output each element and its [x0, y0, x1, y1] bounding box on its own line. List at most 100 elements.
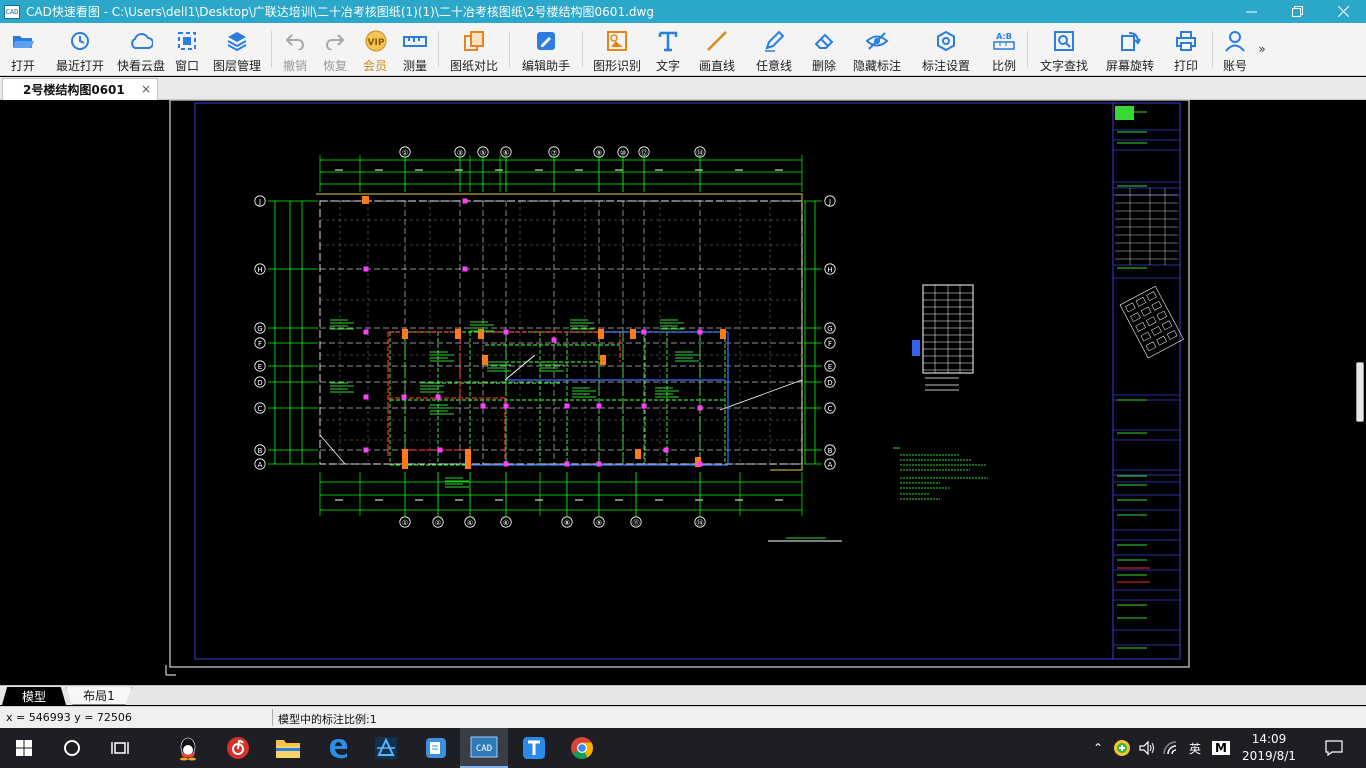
screen-rotate-button[interactable]: 屏幕旋转 [1097, 23, 1163, 75]
taskbar-chrome[interactable] [558, 728, 606, 768]
vertical-scrollbar-thumb[interactable] [1356, 362, 1364, 422]
ime-mode-button[interactable]: M [1208, 728, 1234, 768]
recent-button[interactable]: 最近打开 [46, 23, 114, 75]
axis-bubble-label: J [828, 198, 831, 206]
shape-recognition-icon [605, 29, 629, 53]
minimize-icon [1245, 11, 1257, 13]
cloud-button[interactable]: 快看云盘 [114, 23, 168, 75]
volume-button[interactable] [1136, 728, 1158, 768]
taskbar-clock[interactable]: 14:09 2019/8/1 [1236, 731, 1302, 765]
ime-mode-label: M [1212, 741, 1230, 755]
layers-icon [225, 29, 249, 53]
title-block [1112, 102, 1184, 660]
document-tab-label: 2号楼结构图0601 [23, 83, 125, 97]
shape-recognition-label: 图形识别 [592, 59, 641, 73]
notes-block [893, 447, 988, 500]
redo-button[interactable]: 恢复 [315, 23, 355, 75]
column-marker [480, 403, 486, 409]
cad-viewer-app: CAD CAD快速看图 - C:\Users\dell1\Desktop\广联达… [0, 0, 1366, 768]
undo-button[interactable]: 撤销 [275, 23, 315, 75]
tray-app-icon[interactable] [1110, 728, 1134, 768]
clock-date: 2019/8/1 [1242, 749, 1296, 763]
shape-recognition-button[interactable]: 图形识别 [586, 23, 648, 75]
axis-bubble-label: ① [402, 149, 408, 157]
column-orange [402, 449, 408, 459]
column-marker [641, 329, 647, 335]
toolbar-more-button[interactable]: » [1254, 23, 1270, 75]
axis-bubble-label: ④ [467, 519, 473, 527]
tray-expand-button[interactable]: ⌃ [1088, 728, 1108, 768]
axis-bubble-label: E [258, 363, 262, 371]
tab-close-button[interactable]: × [141, 82, 151, 96]
line-tool-button[interactable]: 画直线 [688, 23, 746, 75]
axis-bubble-label: ⑭ [697, 149, 704, 157]
key-plan-cell [1125, 302, 1136, 313]
axis-bubble-label: F [828, 340, 832, 348]
compare-label: 图纸对比 [449, 59, 498, 73]
text-tool-button[interactable]: 文字 [648, 23, 688, 75]
taskbar-cad-viewer[interactable]: CAD [460, 728, 508, 768]
column-marker [363, 266, 369, 272]
minimize-button[interactable] [1228, 0, 1274, 23]
screen-rotate-label: 屏幕旋转 [1105, 59, 1154, 73]
column-marker [641, 403, 647, 409]
app-logo-icon: CAD [4, 4, 20, 19]
column-orange [598, 329, 604, 339]
netease-music-icon [227, 737, 249, 759]
axis-bubble-label: ⑪ [633, 519, 640, 527]
text-search-button[interactable]: 文字查找 [1031, 23, 1097, 75]
chamfer-line [319, 434, 346, 465]
delete-button[interactable]: 删除 [802, 23, 846, 75]
restore-button[interactable] [1274, 0, 1320, 23]
pencil-icon [762, 29, 786, 53]
ime-language-button[interactable]: 英 [1184, 728, 1206, 768]
line-tool-label: 画直线 [698, 59, 735, 73]
document-tab-bar: 2号楼结构图0601 × [0, 77, 1366, 100]
column-orange [402, 329, 408, 339]
account-button[interactable]: 账号 [1216, 23, 1254, 75]
column-marker [435, 394, 441, 400]
dimension-settings-button[interactable]: 标注设置 [908, 23, 984, 75]
notification-button[interactable] [1316, 728, 1352, 768]
search-icon [1052, 29, 1076, 53]
scale-button[interactable]: A:B 比例 [984, 23, 1024, 75]
hide-dimension-button[interactable]: 隐藏标注 [846, 23, 908, 75]
axis-bubble-label: B [828, 447, 833, 455]
column-marker [697, 329, 703, 335]
document-tab[interactable]: 2号楼结构图0601 × [2, 78, 158, 100]
taskbar-notepad-app[interactable] [412, 728, 460, 768]
undo-icon [283, 29, 307, 53]
drawing-canvas[interactable]: ①③⑤⑥⑦⑨⑩⑫⑭①②④⑥⑧⑨⑪⑭JJHHGGFFEEDDCCBBAA [0, 100, 1366, 685]
layers-button[interactable]: 图层管理 [206, 23, 268, 75]
column-marker [503, 403, 509, 409]
open-button[interactable]: 打开 [0, 23, 46, 75]
key-plan-cell [1145, 316, 1157, 327]
taskbar-netease-music[interactable] [214, 728, 262, 768]
taskbar-glodon-app[interactable] [362, 728, 410, 768]
taskbar-edge[interactable] [314, 728, 362, 768]
axis-bubble-label: H [257, 266, 262, 274]
freeline-tool-button[interactable]: 任意线 [746, 23, 802, 75]
measure-label: 测量 [402, 59, 427, 73]
taskbar-qq[interactable] [164, 728, 212, 768]
print-button[interactable]: 打印 [1163, 23, 1209, 75]
taskbar-file-explorer[interactable] [264, 728, 312, 768]
edit-helper-button[interactable]: 编辑助手 [513, 23, 579, 75]
vip-button[interactable]: VIP 会员 [355, 23, 395, 75]
start-button[interactable] [0, 728, 48, 768]
network-button[interactable] [1160, 728, 1182, 768]
tab-layout1[interactable]: 布局1 [66, 687, 132, 705]
window-button[interactable]: 窗口 [168, 23, 206, 75]
toolbar-separator [271, 31, 272, 67]
clock-time: 14:09 [1251, 732, 1287, 746]
status-separator [272, 709, 273, 726]
task-view-button[interactable] [96, 728, 144, 768]
key-plan-cell [1140, 331, 1152, 342]
tab-model[interactable]: 模型 [2, 687, 66, 705]
compare-button[interactable]: 图纸对比 [442, 23, 506, 75]
close-window-button[interactable] [1320, 0, 1366, 23]
search-button[interactable] [48, 728, 96, 768]
measure-button[interactable]: 测量 [395, 23, 435, 75]
taskbar-text-app[interactable] [510, 728, 558, 768]
edit-helper-label: 编辑助手 [521, 59, 570, 73]
